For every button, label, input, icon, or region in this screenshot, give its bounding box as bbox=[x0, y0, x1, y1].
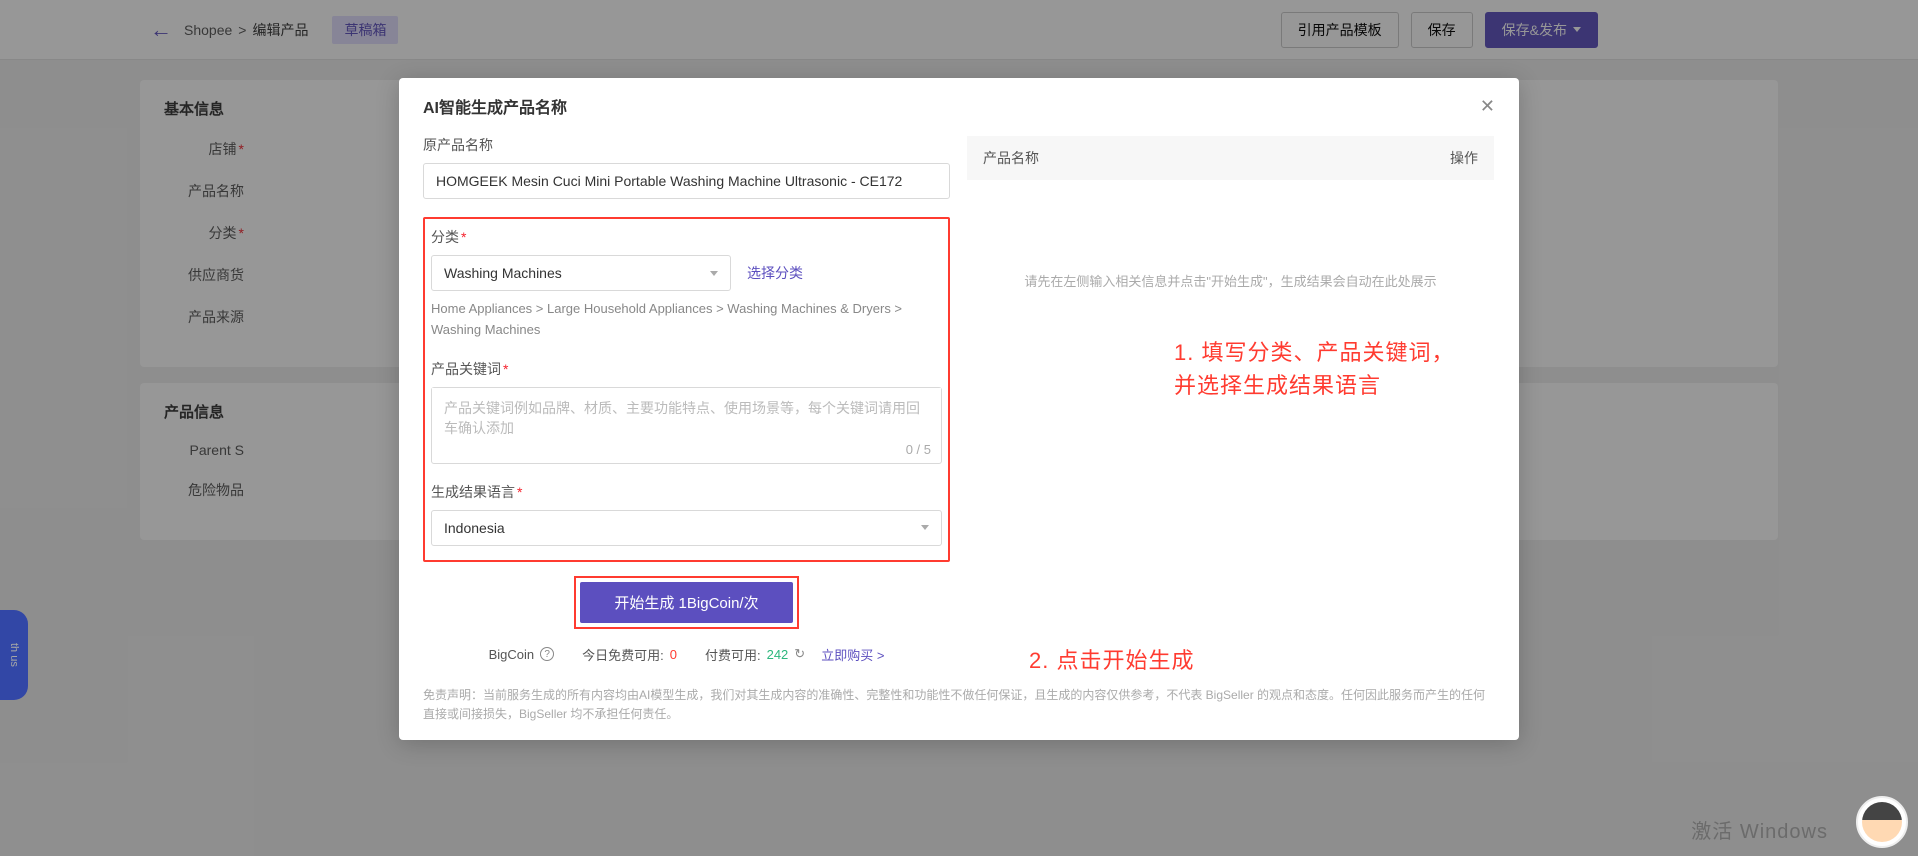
bigcoin-status-row: BigCoin ? 今日免费可用: 0 付费可用: 242 ↻ 立即购买 > bbox=[423, 645, 950, 664]
annotation-step-2: 2. 点击开始生成 bbox=[1029, 644, 1309, 677]
refresh-icon[interactable]: ↻ bbox=[794, 646, 805, 662]
annotation-step-1: 1. 填写分类、产品关键词， 并选择生成结果语言 bbox=[1174, 336, 1594, 402]
close-icon[interactable]: ✕ bbox=[1480, 96, 1495, 117]
language-select[interactable]: Indonesia bbox=[431, 510, 942, 546]
assistant-avatar-icon[interactable] bbox=[1856, 796, 1908, 848]
results-col-action: 操作 bbox=[1450, 148, 1478, 168]
keywords-count: 0 / 5 bbox=[906, 442, 931, 457]
disclaimer-text: 免责声明：当前服务生成的所有内容均由AI模型生成，我们对其生成内容的准确性、完整… bbox=[399, 676, 1519, 740]
keywords-textarea[interactable] bbox=[432, 388, 941, 460]
paid-count: 242 bbox=[767, 647, 789, 662]
language-label: 生成结果语言* bbox=[431, 482, 942, 502]
generate-button[interactable]: 开始生成 1BigCoin/次 bbox=[580, 582, 792, 623]
keywords-label: 产品关键词* bbox=[431, 359, 942, 379]
category-select[interactable]: Washing Machines bbox=[431, 255, 731, 291]
modal-left-panel: 原产品名称 分类* Washing Machines 选择 bbox=[423, 135, 950, 664]
select-category-link[interactable]: 选择分类 bbox=[747, 263, 803, 283]
chevron-down-icon bbox=[921, 525, 929, 530]
highlight-box-button: 开始生成 1BigCoin/次 bbox=[574, 576, 798, 629]
modal-title: AI智能生成产品名称 bbox=[423, 94, 567, 118]
chevron-down-icon bbox=[710, 271, 718, 276]
original-name-label: 原产品名称 bbox=[423, 135, 950, 155]
original-name-input[interactable] bbox=[423, 163, 950, 199]
results-col-name: 产品名称 bbox=[983, 148, 1039, 168]
highlight-box-inputs: 分类* Washing Machines 选择分类 Home Appliance… bbox=[423, 217, 950, 562]
category-label: 分类* bbox=[431, 227, 942, 247]
results-table-header: 产品名称 操作 bbox=[967, 136, 1494, 180]
free-count: 0 bbox=[670, 647, 677, 662]
help-icon[interactable]: ? bbox=[540, 647, 554, 661]
buy-now-link[interactable]: 立即购买 > bbox=[821, 645, 884, 664]
category-breadcrumb: Home Appliances > Large Household Applia… bbox=[431, 299, 942, 341]
ai-generate-modal: AI智能生成产品名称 ✕ 原产品名称 分类* Wa bbox=[399, 78, 1519, 740]
